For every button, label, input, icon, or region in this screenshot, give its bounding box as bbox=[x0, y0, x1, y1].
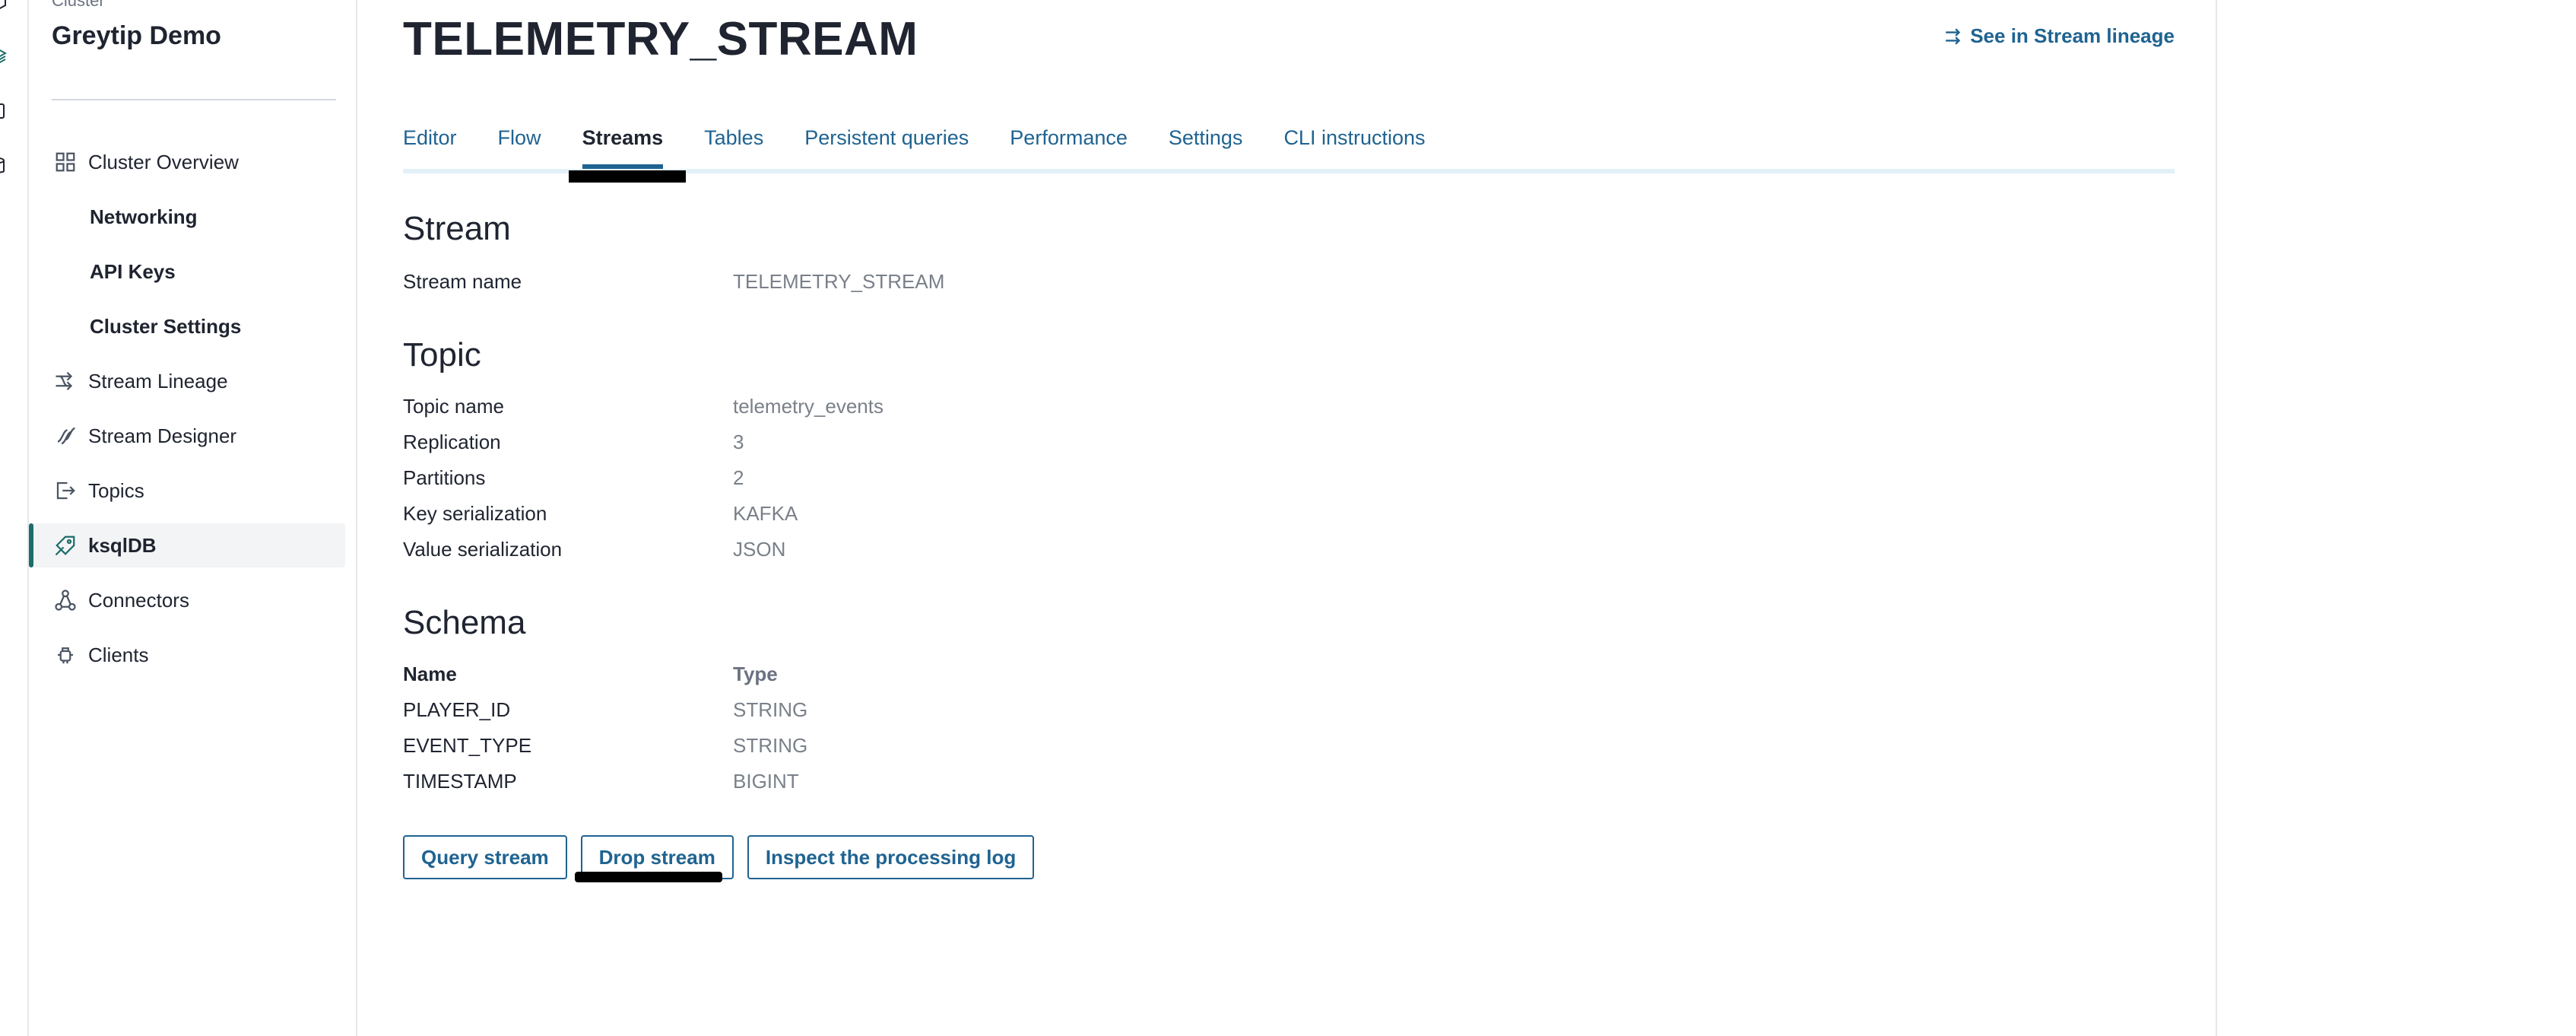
schema-col-type: Type bbox=[733, 662, 778, 685]
schema-row: EVENT_TYPE STRING bbox=[403, 730, 1315, 761]
topic-row-value: KAFKA bbox=[733, 501, 798, 525]
content-right-border bbox=[2216, 0, 2217, 1036]
topic-row-value: telemetry_events bbox=[733, 394, 884, 418]
stream-name-label: Stream name bbox=[403, 269, 522, 293]
ksqldb-icon bbox=[53, 533, 78, 558]
schema-field-name: EVENT_TYPE bbox=[403, 733, 532, 757]
database-icon[interactable] bbox=[0, 157, 8, 175]
sidebar-item-label: Cluster Settings bbox=[90, 314, 242, 338]
sidebar-item-label: Clients bbox=[88, 643, 149, 666]
icon-rail bbox=[0, 0, 29, 1036]
stream-lineage-link[interactable]: See in Stream lineage bbox=[1944, 24, 2175, 48]
sidebar-item-topics[interactable]: Topics bbox=[29, 469, 357, 513]
stream-name-row: Stream name TELEMETRY_STREAM bbox=[403, 266, 1315, 297]
document-icon[interactable] bbox=[0, 102, 8, 120]
sidebar-item-clients[interactable]: Clients bbox=[29, 633, 357, 677]
sidebar-item-label: Topics bbox=[88, 478, 144, 502]
stream-heading: Stream bbox=[403, 210, 511, 247]
schema-header-row: Name Type bbox=[403, 659, 1315, 689]
tab-flow[interactable]: Flow bbox=[498, 126, 541, 169]
topic-row: Topic name telemetry_events bbox=[403, 391, 1315, 421]
sidebar-divider bbox=[52, 99, 336, 100]
cluster-name: Greytip Demo bbox=[52, 21, 221, 50]
tab-annotation-mark bbox=[569, 170, 686, 183]
tab-settings[interactable]: Settings bbox=[1169, 126, 1243, 169]
sidebar-item-label: Connectors bbox=[88, 588, 189, 612]
sidebar-item-cluster-overview[interactable]: Cluster Overview bbox=[29, 140, 357, 184]
stream-lineage-link-label: See in Stream lineage bbox=[1970, 24, 2175, 47]
sidebar-item-cluster-settings[interactable]: Cluster Settings bbox=[29, 304, 357, 348]
topic-row-value: JSON bbox=[733, 537, 786, 561]
schema-field-name: TIMESTAMP bbox=[403, 769, 517, 793]
sidebar-item-label: API Keys bbox=[90, 259, 176, 283]
topic-heading: Topic bbox=[403, 336, 481, 373]
sidebar-item-stream-designer[interactable]: Stream Designer bbox=[29, 414, 357, 458]
tab-cli-instructions[interactable]: CLI instructions bbox=[1283, 126, 1425, 169]
lineage-icon bbox=[53, 369, 78, 393]
topic-row-key: Key serialization bbox=[403, 501, 547, 525]
schema-field-type: STRING bbox=[733, 733, 808, 757]
designer-icon bbox=[53, 424, 78, 448]
clients-icon bbox=[53, 643, 78, 667]
schema-col-name: Name bbox=[403, 662, 457, 685]
schema-field-name: PLAYER_ID bbox=[403, 698, 511, 721]
topic-row-value: 2 bbox=[733, 466, 744, 489]
inspect-processing-log-button[interactable]: Inspect the processing log bbox=[747, 835, 1035, 879]
topic-row-key: Replication bbox=[403, 430, 501, 453]
tab-performance[interactable]: Performance bbox=[1010, 126, 1128, 169]
sidebar: Cluster Greytip Demo Cluster Overview Ne… bbox=[29, 0, 357, 1036]
sidebar-item-label: Stream Designer bbox=[88, 424, 237, 447]
sidebar-nav: Cluster Overview Networking API Keys Clu… bbox=[29, 140, 357, 688]
topic-row: Replication 3 bbox=[403, 427, 1315, 457]
lineage-link-icon bbox=[1946, 27, 1961, 45]
topics-icon bbox=[53, 478, 78, 503]
schema-heading: Schema bbox=[403, 604, 526, 641]
topic-row-key: Partitions bbox=[403, 466, 486, 489]
sidebar-item-ksqldb[interactable]: ksqlDB bbox=[29, 523, 345, 567]
sidebar-item-label: ksqlDB bbox=[88, 533, 157, 557]
stream-name-value: TELEMETRY_STREAM bbox=[733, 269, 945, 293]
sidebar-item-networking[interactable]: Networking bbox=[29, 195, 357, 239]
topic-row-value: 3 bbox=[733, 430, 744, 453]
schema-row: PLAYER_ID STRING bbox=[403, 694, 1315, 725]
action-buttons: Query stream Drop stream Inspect the pro… bbox=[403, 835, 1048, 879]
topic-row: Partitions 2 bbox=[403, 462, 1315, 493]
query-stream-button[interactable]: Query stream bbox=[403, 835, 567, 879]
button-annotation-mark bbox=[575, 872, 722, 882]
schema-field-type: BIGINT bbox=[733, 769, 799, 793]
tab-streams[interactable]: Streams bbox=[582, 126, 663, 169]
topic-row: Key serialization KAFKA bbox=[403, 498, 1315, 529]
main-content: TELEMETRY_STREAM See in Stream lineage E… bbox=[403, 0, 2175, 1036]
tab-bar: Editor Flow Streams Tables Persistent qu… bbox=[403, 126, 2175, 173]
sidebar-item-label: Stream Lineage bbox=[88, 369, 228, 392]
connectors-icon bbox=[53, 588, 78, 612]
tab-persistent-queries[interactable]: Persistent queries bbox=[804, 126, 969, 169]
sidebar-item-stream-lineage[interactable]: Stream Lineage bbox=[29, 359, 357, 403]
schema-row: TIMESTAMP BIGINT bbox=[403, 766, 1315, 796]
schema-field-type: STRING bbox=[733, 698, 808, 721]
topic-row-key: Value serialization bbox=[403, 537, 563, 561]
sidebar-item-connectors[interactable]: Connectors bbox=[29, 578, 357, 622]
cluster-caption: Cluster bbox=[52, 0, 105, 10]
sidebar-item-label: Cluster Overview bbox=[88, 150, 239, 173]
tab-tables[interactable]: Tables bbox=[704, 126, 763, 169]
grid-icon bbox=[53, 150, 78, 174]
tab-editor[interactable]: Editor bbox=[403, 126, 457, 169]
layers-icon[interactable] bbox=[0, 47, 8, 65]
sidebar-item-api-keys[interactable]: API Keys bbox=[29, 249, 357, 294]
topic-row-key: Topic name bbox=[403, 394, 504, 418]
page-title: TELEMETRY_STREAM bbox=[403, 13, 918, 65]
cube-icon[interactable] bbox=[0, 0, 8, 11]
sidebar-item-label: Networking bbox=[90, 205, 198, 228]
topic-row: Value serialization JSON bbox=[403, 534, 1315, 564]
